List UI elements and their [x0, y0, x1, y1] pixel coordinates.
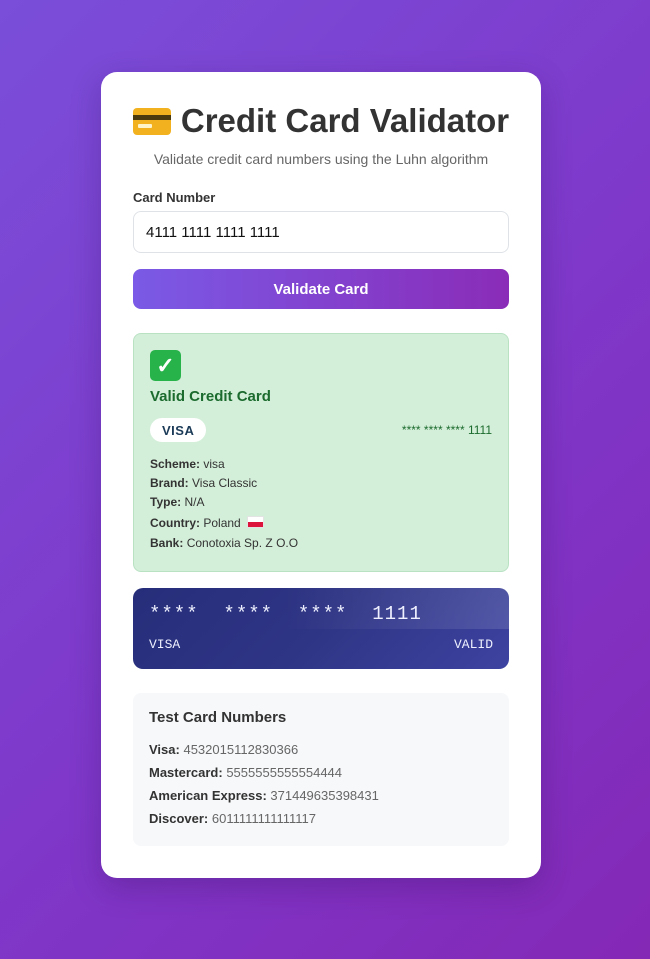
card-number-input[interactable] [133, 211, 509, 253]
detail-scheme-value: visa [203, 457, 225, 471]
detail-bank-label: Bank: [150, 536, 184, 550]
credit-card-icon [132, 107, 171, 135]
card-preview-status: VALID [453, 637, 493, 652]
check-mark-icon: ✓ [150, 350, 181, 381]
test-card-number: 5555555555554444 [226, 765, 343, 780]
detail-brand: Brand: Visa Classic [150, 476, 257, 490]
validator-card: Credit Card Validator Validate credit ca… [101, 72, 541, 878]
masked-card-number: **** **** **** 1111 [401, 423, 492, 437]
detail-scheme: Scheme: visa [150, 457, 225, 471]
detail-scheme-label: Scheme: [150, 457, 201, 471]
detail-type: Type: N/A [150, 495, 204, 509]
validate-card-button[interactable]: Validate Card [133, 269, 509, 309]
title-text: Credit Card Validator [180, 102, 510, 139]
validation-result-panel: ✓ Valid Credit Card VISA **** **** **** … [133, 333, 509, 572]
test-card-discover: Discover: 6011111111111117 [149, 811, 316, 826]
detail-country-value: Poland [203, 516, 241, 530]
result-title: Valid Credit Card [150, 388, 271, 405]
test-card-mastercard: Mastercard: 5555555555554444 [149, 765, 342, 780]
test-card-number: 4532015112830366 [183, 742, 299, 757]
poland-flag-icon [247, 516, 265, 528]
detail-country: Country: Poland [150, 516, 265, 530]
page-subtitle: Validate credit card numbers using the L… [153, 151, 489, 167]
test-cards-title: Test Card Numbers [149, 709, 287, 726]
test-card-numbers-panel: Test Card Numbers Visa: 4532015112830366… [133, 693, 509, 846]
test-card-amex: American Express: 371449635398431 [149, 788, 379, 803]
test-card-label: Discover: [149, 811, 209, 826]
test-card-label: Mastercard: [149, 765, 223, 780]
test-card-visa: Visa: 4532015112830366 [149, 742, 298, 757]
test-card-number: 371449635398431 [270, 788, 379, 803]
detail-bank: Bank: Conotoxia Sp. Z O.O [150, 536, 298, 550]
detail-bank-value: Conotoxia Sp. Z O.O [186, 536, 299, 550]
detail-brand-value: Visa Classic [192, 476, 258, 490]
detail-type-value: N/A [184, 495, 205, 509]
test-card-number: 6011111111111117 [211, 811, 316, 826]
detail-country-label: Country: [150, 516, 200, 530]
detail-type-label: Type: [150, 495, 182, 509]
test-card-label: Visa: [149, 742, 180, 757]
card-number-label: Card Number [133, 190, 216, 205]
brand-badge: VISA [150, 418, 207, 442]
page-title: Credit Card Validator [101, 102, 541, 140]
card-preview: **** **** **** 1111 VISA VALID [133, 588, 509, 669]
card-preview-brand: VISA [149, 637, 181, 652]
test-card-label: American Express: [149, 788, 267, 803]
detail-brand-label: Brand: [150, 476, 189, 490]
card-preview-number: **** **** **** 1111 [149, 603, 422, 625]
